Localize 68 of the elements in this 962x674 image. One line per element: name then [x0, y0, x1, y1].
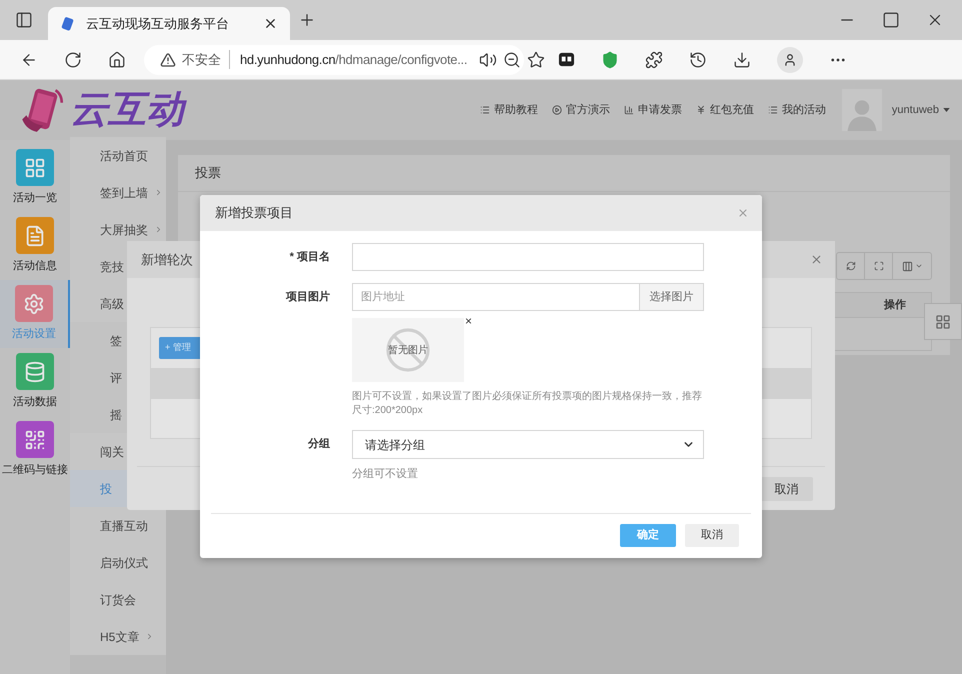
preview-text: 暂无图片: [388, 344, 428, 358]
submenu-item[interactable]: 订货会: [70, 581, 166, 618]
header-link[interactable]: 申请发票: [624, 102, 682, 118]
chevron-right-icon: [154, 225, 163, 234]
submenu-item[interactable]: 直播互动: [70, 507, 166, 544]
yen-icon: [696, 105, 706, 115]
bars-icon: [624, 105, 634, 115]
submenu-item[interactable]: 签到上墙: [70, 174, 166, 211]
close-icon[interactable]: [263, 16, 278, 31]
header-link[interactable]: 红包充值: [696, 102, 754, 118]
caret-icon: [943, 108, 950, 112]
sidebar-item[interactable]: 活动信息: [0, 212, 70, 280]
header-link[interactable]: 我的活动: [768, 102, 826, 118]
cancel-button[interactable]: 取消: [760, 477, 813, 501]
columns-icon: [902, 260, 912, 272]
play-icon: [552, 105, 562, 115]
tab-title: 云互动现场互动服务平台: [86, 14, 230, 33]
field-label: 项目图片: [284, 290, 330, 305]
star-icon[interactable]: [527, 50, 546, 68]
field-label: * 项目名: [288, 250, 330, 265]
no-image-icon: [384, 326, 432, 374]
fullscreen-icon: [874, 261, 884, 271]
input-field[interactable]: [352, 243, 704, 271]
sidebar-item[interactable]: 二维码与链接: [0, 416, 70, 484]
submenu-item[interactable]: 活动首页: [70, 137, 166, 174]
user-menu[interactable]: yuntuweb: [892, 102, 950, 118]
submenu-item[interactable]: 大屏抽奖: [70, 211, 166, 248]
zoom-out-icon[interactable]: [503, 50, 522, 68]
shield-icon[interactable]: [601, 50, 619, 68]
browser-tab[interactable]: 云互动现场互动服务平台: [48, 7, 290, 40]
home-icon[interactable]: [108, 50, 126, 68]
hint-text: 图片可不设置，如果设置了图片必须保证所有投票项的图片规格保持一致，推荐尺寸:200*200px: [352, 390, 703, 418]
panel-title: 投票: [195, 164, 221, 182]
dialog-title: 新增投票项目: [215, 204, 293, 222]
caret-icon: [914, 262, 922, 270]
sidebar-toggle-icon[interactable]: [15, 11, 33, 29]
submenu-item[interactable]: 启动仪式: [70, 544, 166, 581]
input-field[interactable]: 图片地址 选择图片: [352, 283, 704, 311]
maximize-icon[interactable]: [882, 11, 900, 29]
choose-image-button[interactable]: 选择图片: [639, 284, 703, 310]
submenu-item[interactable]: H5文章: [70, 618, 166, 655]
sidebar-item[interactable]: 活动数据: [0, 348, 70, 416]
remove-image-button[interactable]: ×: [465, 314, 472, 328]
history-icon[interactable]: [689, 50, 707, 68]
refresh-icon[interactable]: [64, 50, 82, 68]
url-text: hd.yunhudong.cn/hdmanage/configvote...: [239, 50, 468, 69]
user-icon: [783, 52, 797, 66]
security-label: 不安全: [182, 50, 230, 70]
download-icon[interactable]: [733, 50, 751, 68]
refresh-icon: [846, 261, 856, 271]
grid-icon: [935, 314, 951, 330]
hint-text: 分组可不设置: [352, 467, 419, 482]
new-tab-icon[interactable]: [298, 11, 316, 29]
chevron-right-icon: [154, 188, 163, 197]
column-header: 操作: [882, 298, 907, 313]
volume-icon[interactable]: [479, 50, 498, 68]
header-link[interactable]: 官方演示: [552, 102, 610, 118]
profile-button[interactable]: [777, 46, 803, 72]
sidebar-item[interactable]: 活动一览: [0, 144, 70, 212]
field-label: 分组: [307, 436, 330, 452]
app-tile-icon[interactable]: [558, 51, 575, 68]
cancel-button[interactable]: 取消: [685, 524, 739, 547]
avatar: [842, 89, 882, 131]
qr-toggle-button[interactable]: [924, 303, 962, 340]
group-select[interactable]: 请选择分组: [352, 430, 704, 459]
header-link[interactable]: 帮助教程: [480, 102, 538, 118]
puzzle-icon[interactable]: [645, 50, 663, 68]
warning-icon: [160, 52, 176, 68]
